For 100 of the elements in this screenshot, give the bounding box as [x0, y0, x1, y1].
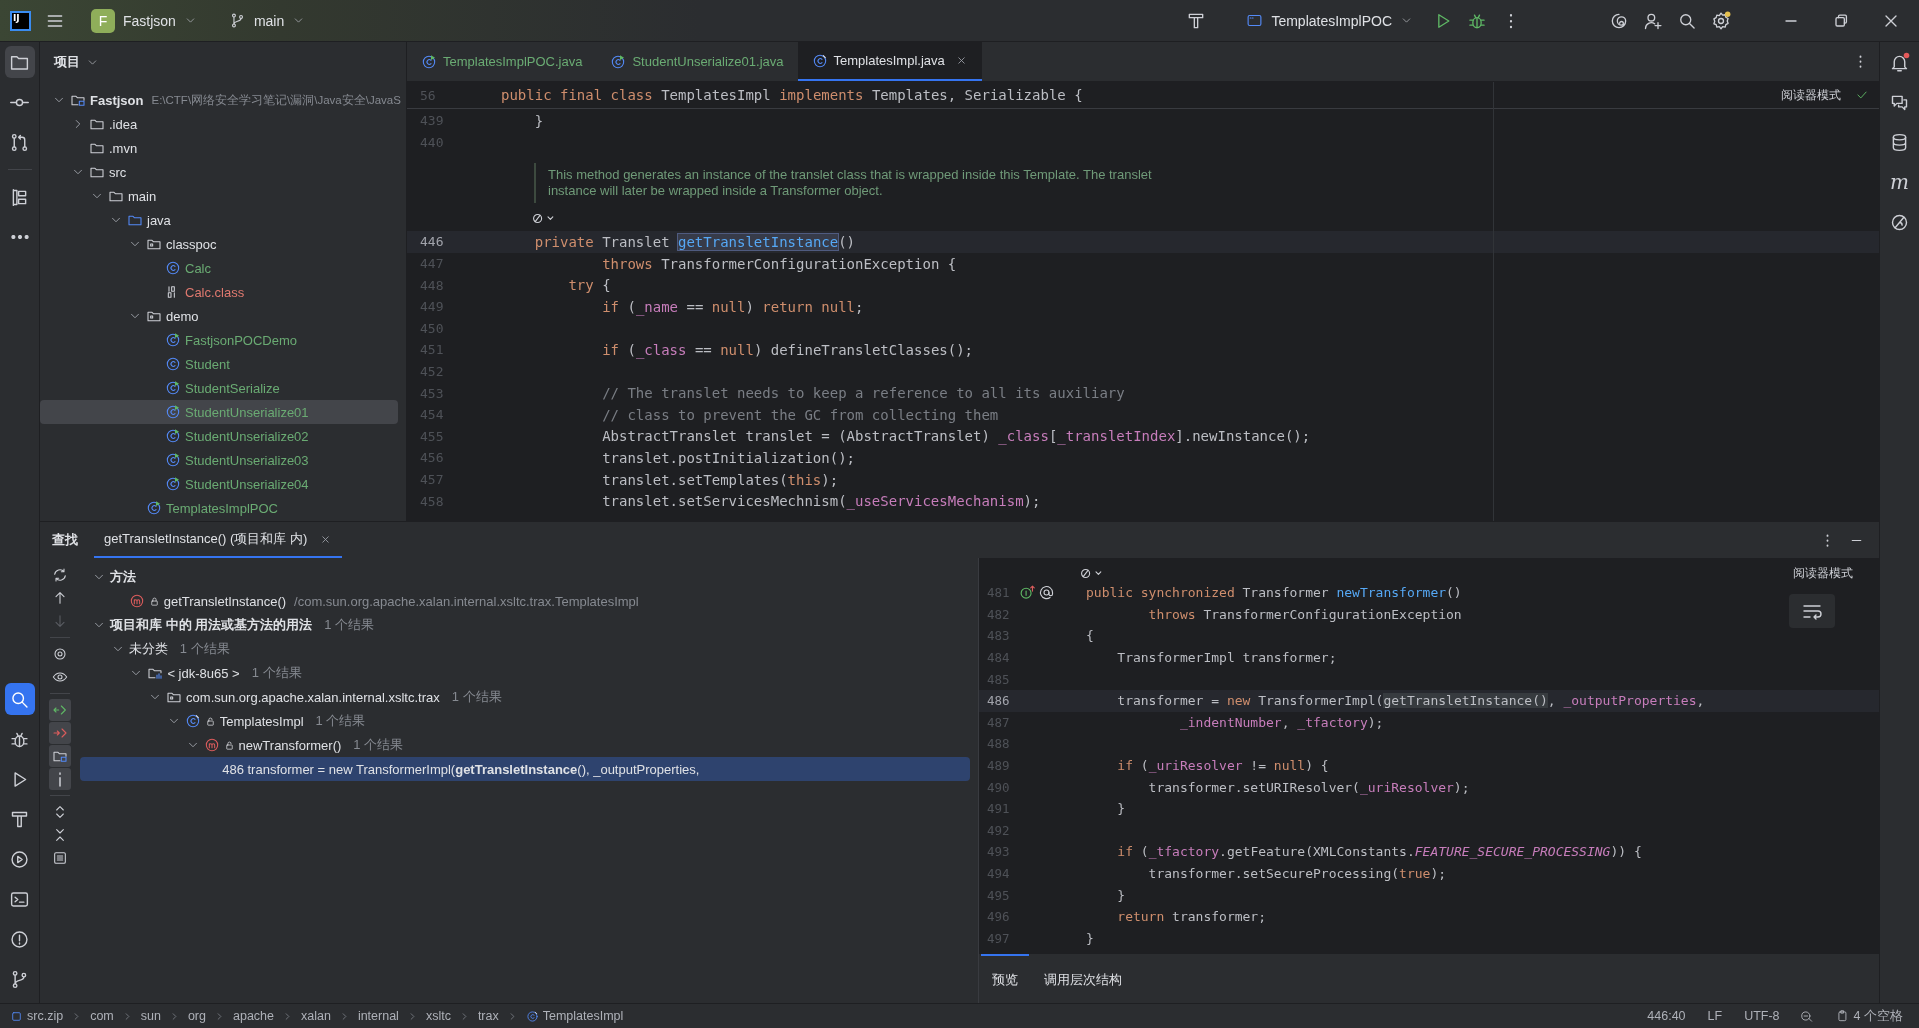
reader-mode-link[interactable]: 阅读器模式 — [1793, 564, 1853, 582]
reader-mode-link[interactable]: 阅读器模式 — [1781, 86, 1841, 104]
warning-icon — [9, 928, 30, 950]
info-icon — [58, 771, 62, 787]
line-separator[interactable]: LF — [1707, 1009, 1723, 1023]
arrow-up-icon — [52, 590, 68, 606]
code-line: // class to prevent the GC from collecting them — [601, 406, 999, 423]
project-selector[interactable]: F Fastjson — [85, 4, 203, 37]
run-configuration-selector[interactable]: TemplatesImplPOC — [1240, 8, 1419, 33]
annotation-icon[interactable] — [1038, 584, 1055, 602]
tool-window-button[interactable]: m — [1884, 166, 1915, 198]
search-result-item[interactable]: TemplatesImpl 1 个结果 — [80, 709, 970, 733]
tree-item[interactable]: demo — [40, 304, 398, 328]
tree-item[interactable]: .mvn — [40, 136, 398, 160]
settings-icon[interactable] — [1711, 10, 1731, 31]
panel-title: 查找 — [52, 531, 78, 549]
indent-setting[interactable]: 4 个空格 — [1835, 1007, 1903, 1025]
tree-item[interactable]: .idea — [40, 112, 398, 136]
eye-icon — [52, 669, 68, 685]
preview-tab[interactable]: 预览 — [981, 954, 1029, 1003]
breadcrumb[interactable]: apache — [233, 1009, 274, 1023]
tree-item[interactable]: Calc.class — [40, 280, 398, 304]
window-icon — [1246, 12, 1264, 29]
branch-selector[interactable]: main — [222, 8, 312, 33]
search-result-item[interactable]: com.sun.org.apache.xalan.internal.xsltc.trax 1 个结果 — [80, 685, 970, 709]
code-line: translet.setTemplates(this); — [601, 471, 839, 488]
pull-request-icon — [9, 131, 30, 153]
code-line: TransformerImpl transformer; — [1116, 650, 1337, 666]
tree-item[interactable]: FastjsonPOCDemo — [40, 328, 398, 352]
tree-item[interactable]: main — [40, 184, 398, 208]
tree-item[interactable]: java — [40, 208, 398, 232]
breadcrumb[interactable]: trax — [477, 1009, 499, 1023]
tool-window-button[interactable] — [4, 46, 35, 78]
tree-item[interactable]: src — [40, 160, 398, 184]
search-result-item[interactable]: < jdk-8u65 > 1 个结果 — [80, 661, 970, 685]
soft-wrap-button[interactable] — [1789, 594, 1835, 628]
search-result-item[interactable]: 方法 — [80, 565, 970, 589]
tree-item[interactable]: StudentSerialize — [40, 376, 398, 400]
tree-item[interactable]: Calc — [40, 256, 398, 280]
runnable-class-icon — [165, 380, 181, 396]
line-number: 486 — [986, 693, 1011, 709]
toolbar-button[interactable] — [49, 699, 71, 721]
code-line: if (_tfactory.getFeature(XMLConstants.FEATURE_SECURE_PROCESSING)) { — [1116, 844, 1642, 860]
preview-tab[interactable]: 调用层次结构 — [1033, 954, 1133, 1003]
code-line: transformer = new TransformerImpl(getTransletInstance(), _outputProperties, — [1116, 693, 1705, 709]
bell-icon — [1889, 51, 1910, 73]
search-result-item[interactable]: getTransletInstance() /com.sun.org.apache.xalan.internal.xsltc.trax.TemplatesImpl — [80, 589, 970, 613]
inspection-icon[interactable] — [1799, 1009, 1814, 1023]
search-result-item[interactable]: 486 transformer = new TransformerImpl(getTransletInstance(), _outputProperties, — [80, 757, 970, 781]
caret-position[interactable]: 446:40 — [1647, 1009, 1686, 1023]
breadcrumb[interactable]: src.zip — [10, 1009, 64, 1023]
tree-item[interactable]: StudentUnserialize02 — [40, 424, 398, 448]
breadcrumb[interactable]: TemplatesImpl — [525, 1009, 624, 1023]
tree-item[interactable]: StudentUnserialize01 — [40, 400, 398, 424]
doc-toggle-icon[interactable] — [1080, 566, 1104, 580]
code-line: private Translet getTransletInstance() — [533, 234, 856, 250]
editor-tab[interactable]: StudentUnserialize01.java — [596, 42, 798, 81]
panel-title[interactable]: 项目 — [54, 53, 80, 71]
tree-item[interactable]: StudentUnserialize03 — [40, 448, 398, 472]
breadcrumb[interactable]: internal — [357, 1009, 399, 1023]
tree-item[interactable]: StudentUnserialize04 — [40, 472, 398, 496]
toolbar-button[interactable] — [49, 745, 71, 767]
chevron-right-icon — [214, 1010, 225, 1022]
code-line: throws TransformerConfigurationException — [1147, 606, 1462, 622]
code-line: public final class TemplatesImpl implements Templates, Serializable { — [501, 87, 1083, 103]
runnable-class-icon — [165, 404, 181, 420]
code-line: translet.setServicesMechnism(_useServicesMechanism); — [601, 493, 1041, 510]
search-result-item[interactable]: 项目和库 中的 用法或基方法的用法 1 个结果 — [80, 613, 970, 637]
code-line: translet.postInitialization(); — [601, 449, 855, 466]
breadcrumb[interactable]: xalan — [301, 1009, 331, 1023]
method-icon — [128, 593, 145, 609]
class-icon — [165, 260, 181, 276]
tree-item[interactable]: Student — [40, 352, 398, 376]
editor-tab[interactable]: TemplatesImplPOC.java — [407, 42, 597, 81]
code-line: if (_uriResolver != null) { — [1116, 758, 1329, 774]
breadcrumb[interactable]: com — [90, 1009, 114, 1023]
runnable-class-icon — [146, 500, 162, 516]
runnable-class-icon — [610, 53, 627, 70]
breadcrumb[interactable]: org — [187, 1009, 206, 1023]
file-encoding[interactable]: UTF-8 — [1744, 1009, 1780, 1023]
runnable-class-icon — [165, 476, 181, 492]
toolbar-button[interactable] — [49, 768, 71, 790]
search-result-item[interactable]: newTransformer() 1 个结果 — [80, 733, 970, 757]
runnable-class-icon — [421, 53, 437, 70]
editor-tab[interactable]: TemplatesImpl.java — [797, 42, 982, 81]
breadcrumb[interactable]: sun — [140, 1009, 161, 1023]
code-line: transformer.setURIResolver(_uriResolver); — [1147, 779, 1470, 795]
implementation-icon[interactable] — [1019, 584, 1036, 602]
breadcrumb[interactable]: xsltc — [425, 1009, 451, 1023]
code-line: try { — [567, 277, 611, 294]
doc-toggle-icon[interactable] — [532, 212, 556, 226]
tree-item[interactable]: TemplatesImplPOC — [40, 496, 398, 520]
more-icon — [10, 235, 29, 239]
class-icon — [525, 1009, 539, 1023]
code-line: throws TransformerConfigurationException { — [601, 255, 957, 272]
tree-item[interactable]: classpoc — [40, 232, 398, 256]
runnable-class-icon — [165, 452, 181, 468]
find-results-tab[interactable]: getTransletInstance() (项目和库 内) — [94, 522, 343, 558]
search-result-item[interactable]: 未分类 1 个结果 — [80, 637, 970, 661]
tool-window-button[interactable] — [4, 683, 35, 715]
